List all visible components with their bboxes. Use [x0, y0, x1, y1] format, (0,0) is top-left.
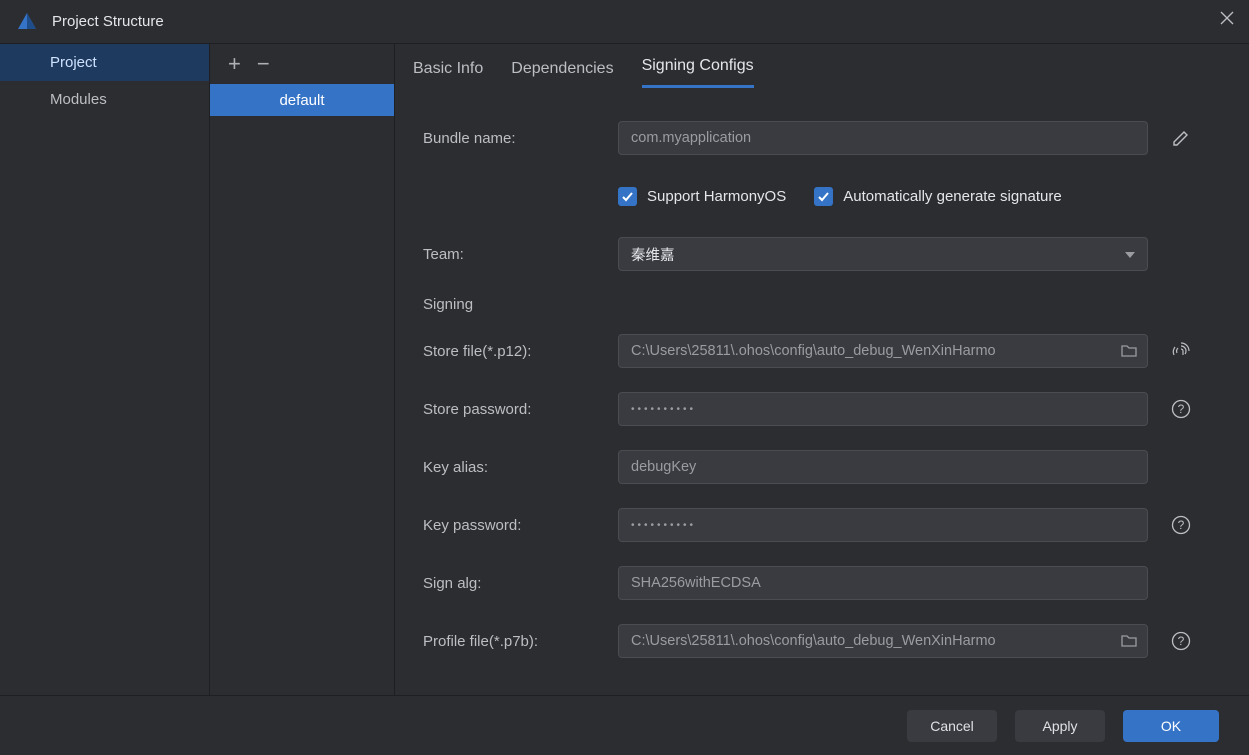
config-item-default[interactable]: default	[210, 84, 394, 116]
help-icon[interactable]: ?	[1164, 631, 1198, 651]
tab-signing-configs[interactable]: Signing Configs	[642, 57, 754, 88]
checkbox-support-harmonyos[interactable]: Support HarmonyOS	[618, 187, 786, 206]
store-password-input[interactable]: ••••••••••	[618, 392, 1148, 426]
check-icon	[814, 187, 833, 206]
folder-icon[interactable]	[1121, 633, 1137, 651]
close-icon[interactable]	[1219, 10, 1235, 29]
checkbox-label: Automatically generate signature	[843, 188, 1061, 205]
tabs: Basic Info Dependencies Signing Configs	[395, 44, 1249, 88]
team-label: Team:	[423, 246, 618, 263]
key-password-input[interactable]: ••••••••••	[618, 508, 1148, 542]
store-file-label: Store file(*.p12):	[423, 343, 618, 360]
cancel-button[interactable]: Cancel	[907, 710, 997, 742]
nav-project[interactable]: Project	[0, 44, 209, 81]
help-icon[interactable]: ?	[1164, 515, 1198, 535]
svg-text:?: ?	[1178, 634, 1185, 648]
nav-modules[interactable]: Modules	[0, 81, 209, 118]
checkbox-label: Support HarmonyOS	[647, 188, 786, 205]
config-list-panel: + − default	[210, 44, 395, 695]
nav-sidebar: Project Modules	[0, 44, 210, 695]
key-alias-input[interactable]: debugKey	[618, 450, 1148, 484]
sign-alg-input[interactable]: SHA256withECDSA	[618, 566, 1148, 600]
ok-button[interactable]: OK	[1123, 710, 1219, 742]
app-logo-icon	[16, 11, 38, 33]
key-alias-label: Key alias:	[423, 459, 618, 476]
store-password-label: Store password:	[423, 401, 618, 418]
window-title: Project Structure	[52, 13, 164, 30]
svg-text:?: ?	[1178, 402, 1185, 416]
help-icon[interactable]: ?	[1164, 399, 1198, 419]
folder-icon[interactable]	[1121, 343, 1137, 361]
team-select[interactable]: 秦维嘉	[618, 237, 1148, 271]
tab-basic-info[interactable]: Basic Info	[413, 60, 483, 88]
apply-button[interactable]: Apply	[1015, 710, 1105, 742]
profile-file-label: Profile file(*.p7b):	[423, 633, 618, 650]
tab-dependencies[interactable]: Dependencies	[511, 60, 613, 88]
checkbox-auto-signature[interactable]: Automatically generate signature	[814, 187, 1061, 206]
remove-config-icon[interactable]: −	[257, 53, 270, 75]
check-icon	[618, 187, 637, 206]
add-config-icon[interactable]: +	[228, 53, 241, 75]
profile-file-input[interactable]: C:\Users\25811\.ohos\config\auto_debug_W…	[618, 624, 1148, 658]
sign-alg-label: Sign alg:	[423, 575, 618, 592]
bundle-name-input[interactable]: com.myapplication	[618, 121, 1148, 155]
signing-section-header: Signing	[423, 296, 1233, 313]
bundle-name-label: Bundle name:	[423, 130, 618, 147]
fingerprint-icon[interactable]	[1164, 341, 1198, 361]
store-file-input[interactable]: C:\Users\25811\.ohos\config\auto_debug_W…	[618, 334, 1148, 368]
edit-bundle-icon[interactable]	[1164, 129, 1198, 147]
key-password-label: Key password:	[423, 517, 618, 534]
svg-text:?: ?	[1178, 518, 1185, 532]
